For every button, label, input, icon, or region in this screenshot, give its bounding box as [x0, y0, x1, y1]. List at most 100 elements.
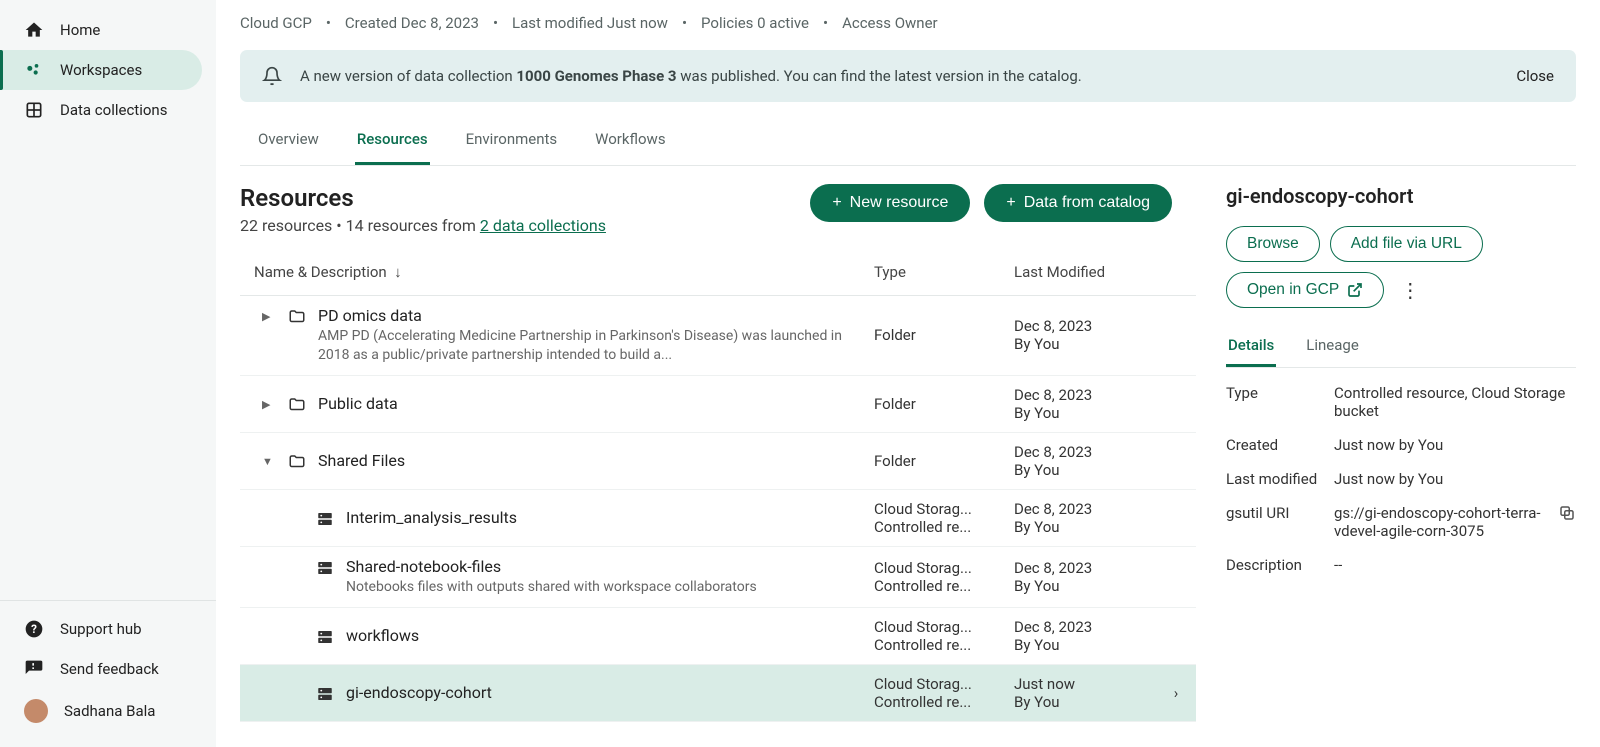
- more-menu-icon[interactable]: ⋮: [1394, 272, 1426, 308]
- expand-toggle[interactable]: ▶: [262, 306, 276, 323]
- folder-icon: [286, 306, 308, 326]
- resource-modified: Dec 8, 2023By You: [1006, 607, 1156, 664]
- tab-workflows[interactable]: Workflows: [593, 116, 667, 165]
- resources-section: Resources 22 resources • 14 resources fr…: [240, 166, 1196, 747]
- detail-row: gsutil URIgs://gi-endoscopy-cohort-terra…: [1226, 504, 1576, 540]
- detail-label: Last modified: [1226, 470, 1326, 488]
- notification-banner: A new version of data collection 1000 Ge…: [240, 50, 1576, 102]
- send-feedback-link[interactable]: Send feedback: [0, 649, 216, 689]
- detail-value: --: [1334, 556, 1576, 574]
- resource-type: Folder: [866, 296, 1006, 376]
- table-row[interactable]: Interim_analysis_resultsCloud Storag...C…: [240, 489, 1196, 546]
- resource-title: workflows: [346, 626, 858, 645]
- resource-modified: Dec 8, 2023By You: [1006, 432, 1156, 489]
- panel-tab-lineage[interactable]: Lineage: [1304, 326, 1361, 367]
- feedback-icon: [24, 659, 44, 679]
- nav-home[interactable]: Home: [0, 10, 202, 50]
- sort-arrow-icon: ↓: [394, 263, 402, 281]
- resource-modified: Dec 8, 2023By You: [1006, 375, 1156, 432]
- help-icon: ?: [24, 619, 44, 639]
- browse-button[interactable]: Browse: [1226, 226, 1320, 262]
- banner-text: A new version of data collection 1000 Ge…: [300, 67, 1498, 85]
- open-in-gcp-button[interactable]: Open in GCP: [1226, 272, 1384, 308]
- detail-label: Created: [1226, 436, 1326, 454]
- details-panel: gi-endoscopy-cohort Browse Add file via …: [1196, 166, 1576, 747]
- table-row[interactable]: Shared-notebook-filesNotebooks files wit…: [240, 546, 1196, 607]
- new-resource-button[interactable]: + New resource: [810, 184, 970, 222]
- resource-modified: Just nowBy You: [1006, 664, 1156, 721]
- folder-icon: [286, 394, 308, 414]
- nav-data-collections[interactable]: Data collections: [0, 90, 202, 130]
- detail-row: TypeControlled resource, Cloud Storage b…: [1226, 384, 1576, 420]
- support-hub-link[interactable]: ? Support hub: [0, 609, 216, 649]
- detail-value: gs://gi-endoscopy-cohort-terra-vdevel-ag…: [1334, 504, 1544, 540]
- workspace-meta: Cloud GCP• Created Dec 8, 2023• Last mod…: [240, 0, 1576, 50]
- storage-icon: [314, 626, 336, 646]
- panel-title: gi-endoscopy-cohort: [1226, 184, 1576, 208]
- resource-type: Folder: [866, 375, 1006, 432]
- expand-toggle[interactable]: ▶: [262, 394, 276, 411]
- expand-toggle: [290, 508, 304, 512]
- expand-toggle: [290, 557, 304, 561]
- resource-title: PD omics data: [318, 306, 858, 325]
- resource-title: Shared-notebook-files: [346, 557, 858, 576]
- detail-label: Description: [1226, 556, 1326, 574]
- grid-icon: [24, 100, 44, 120]
- resource-type: Cloud Storag...Controlled re...: [866, 607, 1006, 664]
- resource-type: Cloud Storag...Controlled re...: [866, 664, 1006, 721]
- resources-title: Resources: [240, 184, 606, 212]
- storage-icon: [314, 557, 336, 577]
- table-row[interactable]: ▶Public dataFolderDec 8, 2023By You: [240, 375, 1196, 432]
- expand-toggle: [290, 683, 304, 687]
- workspace-tabs: Overview Resources Environments Workflow…: [240, 116, 1576, 166]
- table-row[interactable]: gi-endoscopy-cohortCloud Storag...Contro…: [240, 664, 1196, 721]
- resource-title: Shared Files: [318, 451, 858, 470]
- expand-toggle: [290, 626, 304, 630]
- table-row[interactable]: ▼ Shared Files FolderDec 8, 2023By You: [240, 432, 1196, 489]
- nav-label: Home: [60, 21, 100, 39]
- col-modified[interactable]: Last Modified: [1006, 245, 1156, 296]
- detail-row: Created Just now by You: [1226, 436, 1576, 454]
- nav-workspaces[interactable]: Workspaces: [0, 50, 202, 90]
- copy-icon[interactable]: [1552, 504, 1576, 540]
- plus-icon: +: [832, 194, 841, 212]
- user-profile[interactable]: Sadhana Bala: [0, 689, 216, 733]
- sidebar: Home Workspaces Data collections ? Suppo…: [0, 0, 216, 747]
- bell-icon: [262, 66, 282, 86]
- col-type[interactable]: Type: [866, 245, 1006, 296]
- plus-icon: +: [1006, 194, 1015, 212]
- storage-icon: [314, 683, 336, 703]
- detail-value: Controlled resource, Cloud Storage bucke…: [1334, 384, 1576, 420]
- nav-label: Workspaces: [60, 61, 142, 79]
- panel-tab-details[interactable]: Details: [1226, 326, 1276, 367]
- table-row[interactable]: workflows Cloud Storag...Controlled re...…: [240, 607, 1196, 664]
- detail-label: gsutil URI: [1226, 504, 1326, 540]
- table-row[interactable]: ▶ PD omics data AMP PD (Accelerating Medic…: [240, 296, 1196, 376]
- add-file-url-button[interactable]: Add file via URL: [1330, 226, 1483, 262]
- chevron-right-icon: ›: [1174, 684, 1179, 702]
- data-collections-link[interactable]: 2 data collections: [480, 216, 606, 235]
- storage-icon: [314, 508, 336, 528]
- tab-environments[interactable]: Environments: [464, 116, 560, 165]
- resources-table: Name & Description ↓ Type Last Modified …: [240, 245, 1196, 722]
- banner-close-button[interactable]: Close: [1516, 67, 1554, 85]
- tab-resources[interactable]: Resources: [355, 116, 430, 165]
- external-link-icon: [1347, 282, 1363, 298]
- col-name[interactable]: Name & Description ↓: [240, 245, 866, 296]
- nav-label: Data collections: [60, 101, 167, 119]
- resource-desc: AMP PD (Accelerating Medicine Partnershi…: [318, 327, 858, 365]
- resource-modified: Dec 8, 2023By You: [1006, 546, 1156, 607]
- main-content: Cloud GCP• Created Dec 8, 2023• Last mod…: [216, 0, 1600, 747]
- detail-row: Last modified Just now by You: [1226, 470, 1576, 488]
- tab-overview[interactable]: Overview: [256, 116, 321, 165]
- home-icon: [24, 20, 44, 40]
- detail-label: Type: [1226, 384, 1326, 420]
- detail-value: Just now by You: [1334, 470, 1576, 488]
- resource-type: Folder: [866, 432, 1006, 489]
- workspaces-icon: [24, 60, 44, 80]
- data-from-catalog-button[interactable]: + Data from catalog: [984, 184, 1172, 222]
- expand-toggle[interactable]: ▼: [262, 451, 276, 468]
- resource-type: Cloud Storag...Controlled re...: [866, 546, 1006, 607]
- detail-row: Description --: [1226, 556, 1576, 574]
- detail-value: Just now by You: [1334, 436, 1576, 454]
